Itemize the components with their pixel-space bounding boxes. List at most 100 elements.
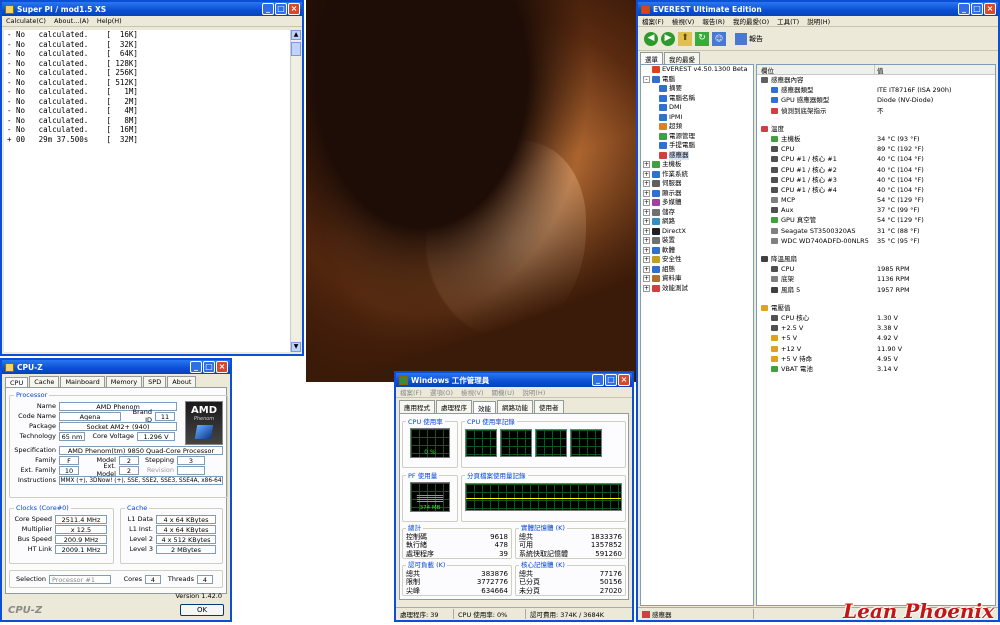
detail-value: 54 °C (129 °F) [877,196,924,205]
superpi-titlebar[interactable]: Super PI / mod1.5 XS _ □ × [2,2,302,16]
menu-file[interactable]: 檔案(F) [400,387,422,397]
tab-applications[interactable]: 應用程式 [399,400,435,413]
tree-item[interactable]: - 電腦 [641,75,753,85]
tree-item[interactable]: + 安全性 [641,255,753,265]
maximize-button[interactable]: □ [203,361,215,373]
expand-icon[interactable]: + [643,189,650,197]
menu-help[interactable]: 說明(H) [522,387,545,397]
tree-item[interactable]: EVEREST v4.50.1300 Beta [641,65,753,75]
everest-window[interactable]: EVEREST Ultimate Edition _ □ × 檔案(F) 檢視(… [636,0,1000,622]
minimize-button[interactable]: _ [592,374,604,386]
minimize-button[interactable]: _ [958,3,970,15]
menu-view[interactable]: 檢視(V) [461,387,484,397]
maximize-button[interactable]: □ [275,3,287,15]
refresh-icon[interactable]: ↻ [695,31,709,46]
tree-item[interactable]: + 效能測試 [641,284,753,294]
tab-networking[interactable]: 網路功能 [497,400,533,413]
tab-memory[interactable]: Memory [105,376,143,387]
tree-item[interactable]: + 多媒體 [641,198,753,208]
cpuz-titlebar[interactable]: CPU-Z _ □ × [2,360,230,374]
expand-icon[interactable]: + [643,199,650,207]
scroll-down-icon[interactable]: ▼ [291,342,301,352]
maximize-button[interactable]: □ [971,3,983,15]
tree-item[interactable]: DMI [641,103,753,113]
tree-item[interactable]: + 資料庫 [641,274,753,284]
expand-icon[interactable]: + [643,275,650,283]
close-button[interactable]: × [984,3,996,15]
report-button[interactable]: 報告 [735,32,763,45]
expand-icon[interactable]: + [643,218,650,226]
tab-users[interactable]: 使用者 [534,400,564,413]
minimize-button[interactable]: _ [190,361,202,373]
tree-item[interactable]: + 作業系統 [641,170,753,180]
tab-mainboard[interactable]: Mainboard [60,376,105,387]
tree-item[interactable]: 超頻 [641,122,753,132]
menu-view[interactable]: 檢視(V) [672,16,695,26]
tree-item-icon [659,123,667,131]
superpi-scrollbar[interactable]: ▲ ▼ [290,30,301,352]
scroll-up-icon[interactable]: ▲ [291,30,301,40]
tree-item[interactable]: + 網路 [641,217,753,227]
tree-item[interactable]: + 伺服器 [641,179,753,189]
forward-icon[interactable]: ▶ [661,31,675,46]
up-icon[interactable]: ⬆ [678,31,692,46]
scroll-thumb[interactable] [291,42,301,56]
everest-titlebar[interactable]: EVEREST Ultimate Edition _ □ × [638,2,998,16]
tree-item[interactable]: + DirectX [641,227,753,237]
superpi-window[interactable]: Super PI / mod1.5 XS _ □ × Calculate(C) … [0,0,304,356]
package-label: Package [29,422,56,430]
taskmgr-titlebar[interactable]: Windows 工作管理員 _ □ × [396,373,632,387]
tree-item[interactable]: 電腦名稱 [641,94,753,104]
tab-about[interactable]: About [167,376,197,387]
expand-icon[interactable]: + [643,265,650,273]
tree-item[interactable]: 電源管理 [641,132,753,142]
menu-report[interactable]: 報告(R) [702,16,725,26]
minimize-button[interactable]: _ [262,3,274,15]
col-item-header[interactable]: 欄位 [757,65,875,75]
tree-item[interactable]: IPMI [641,113,753,123]
taskmgr-window[interactable]: Windows 工作管理員 _ □ × 檔案(F) 選項(O) 檢視(V) 關機… [394,371,634,622]
expand-icon[interactable]: + [643,227,650,235]
collapse-icon[interactable]: - [643,75,650,83]
expand-icon[interactable]: + [643,237,650,245]
tree-item[interactable]: + 顯示器 [641,189,753,199]
cpuz-window[interactable]: CPU-Z _ □ × CPU Cache Mainboard Memory S… [0,358,232,622]
tree-item[interactable]: 摘要 [641,84,753,94]
close-button[interactable]: × [216,361,228,373]
close-button[interactable]: × [288,3,300,15]
back-icon[interactable]: ◀ [644,31,658,46]
tree-item[interactable]: + 組態 [641,265,753,275]
expand-icon[interactable]: + [643,246,650,254]
tab-processes[interactable]: 處理程序 [436,400,472,413]
tree-item[interactable]: + 主機板 [641,160,753,170]
menu-file[interactable]: 檔案(F) [642,16,664,26]
expand-icon[interactable]: + [643,284,650,292]
tree-item[interactable]: + 軟體 [641,246,753,256]
expand-icon[interactable]: + [643,256,650,264]
users-icon[interactable]: ☺ [712,31,726,46]
menu-shutdown[interactable]: 關機(U) [492,387,515,397]
menu-about[interactable]: About...(A) [54,17,89,25]
tree-item[interactable]: 感應器 [641,150,753,160]
ok-button[interactable]: OK [180,604,224,616]
expand-icon[interactable]: + [643,208,650,216]
col-value-header[interactable]: 值 [875,65,995,75]
close-button[interactable]: × [618,374,630,386]
maximize-button[interactable]: □ [605,374,617,386]
tree-item[interactable]: + 裝置 [641,236,753,246]
selection-dropdown[interactable]: Processor #1 [49,574,111,584]
menu-help[interactable]: Help(H) [97,17,122,25]
menu-options[interactable]: 選項(O) [430,387,453,397]
menu-favorites[interactable]: 我的最愛(O) [733,16,769,26]
expand-icon[interactable]: + [643,161,650,169]
menu-help[interactable]: 說明(H) [807,16,830,26]
tree-item[interactable]: 手提電腦 [641,141,753,151]
tree-item[interactable]: + 儲存 [641,208,753,218]
tab-cache[interactable]: Cache [29,376,60,387]
everest-menubar: 檔案(F) 檢視(V) 報告(R) 我的最愛(O) 工具(T) 說明(H) [638,16,998,27]
expand-icon[interactable]: + [643,170,650,178]
expand-icon[interactable]: + [643,180,650,188]
menu-tools[interactable]: 工具(T) [777,16,799,26]
tab-spd[interactable]: SPD [143,376,167,387]
menu-calculate[interactable]: Calculate(C) [6,17,46,25]
